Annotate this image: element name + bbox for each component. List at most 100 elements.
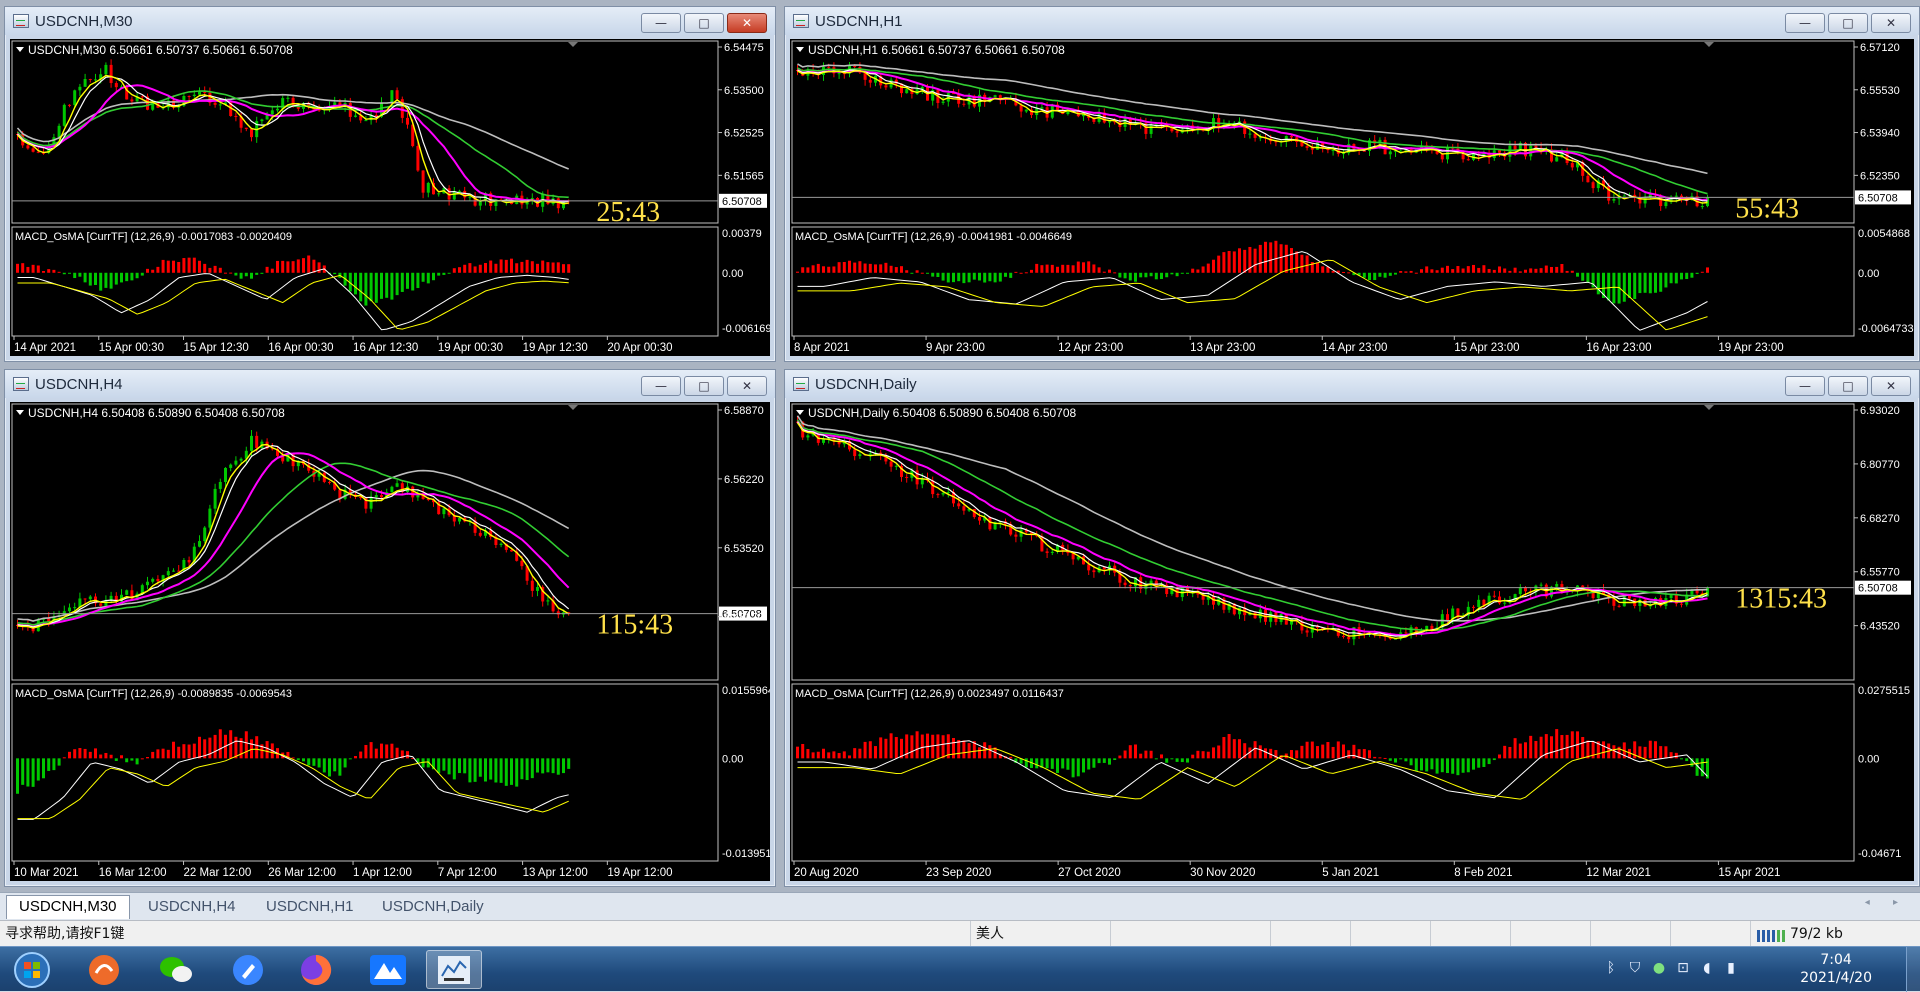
candle-body — [1253, 612, 1257, 619]
macd-bar — [962, 740, 966, 759]
minimize-button[interactable]: — — [1785, 376, 1825, 396]
price-tag-text: 6.50708 — [1858, 583, 1898, 595]
macd-bar — [166, 260, 170, 273]
chart-window-h1[interactable]: USDCNH,H1 — □ ✕ USDCNH,H1 6.50661 6.5073… — [784, 6, 1920, 362]
macd-bar — [1643, 746, 1647, 759]
macd-axis-label: 0.00379 — [722, 228, 762, 240]
tab-usdcnh-h4[interactable]: USDCNH,H4 — [136, 896, 248, 918]
macd-bar — [432, 272, 435, 281]
pen-app-icon[interactable] — [220, 950, 276, 989]
date-axis-label: 30 Nov 2020 — [1190, 867, 1255, 879]
metatrader-icon[interactable] — [426, 950, 482, 989]
macd-bar — [1149, 272, 1153, 277]
candle-body — [946, 491, 950, 493]
macd-bar — [541, 260, 545, 273]
show-desktop-button[interactable] — [1906, 947, 1920, 992]
chart-canvas[interactable]: USDCNH,M30 6.50661 6.50737 6.50661 6.507… — [10, 39, 770, 356]
candle-body — [416, 146, 420, 171]
close-button[interactable]: ✕ — [1871, 13, 1911, 33]
maximize-button[interactable]: □ — [1828, 376, 1868, 396]
date-axis-label: 9 Apr 23:00 — [926, 342, 985, 354]
window-titlebar[interactable]: USDCNH,H4 — □ ✕ — [5, 370, 775, 398]
macd-bar — [73, 272, 77, 279]
wechat-icon[interactable] — [148, 950, 204, 989]
tab-usdcnh-m30[interactable]: USDCNH,M30 — [6, 895, 130, 919]
macd-bar — [1518, 743, 1522, 759]
signal-icon[interactable]: ▮ — [1722, 960, 1740, 978]
macd-bar — [1066, 264, 1070, 273]
candle-body — [250, 435, 253, 451]
macd-bar — [1654, 741, 1657, 759]
network-icon[interactable]: ⊡ — [1674, 960, 1692, 978]
macd-bar — [1050, 758, 1054, 769]
chart-canvas[interactable]: USDCNH,H1 6.50661 6.50737 6.50661 6.5070… — [790, 39, 1914, 356]
macd-bar — [1300, 745, 1304, 759]
macd-bar — [250, 272, 253, 279]
taskbar-clock[interactable]: 7:04 2021/4/20 — [1800, 951, 1872, 987]
app-orange-icon[interactable] — [76, 950, 132, 989]
macd-bar — [1082, 758, 1085, 773]
minimize-button[interactable]: — — [1785, 13, 1825, 33]
shield-icon[interactable]: ⛉ — [1626, 960, 1644, 978]
maximize-button[interactable]: □ — [684, 376, 724, 396]
macd-bar — [967, 272, 971, 283]
macd-bar — [1602, 741, 1605, 759]
chart-canvas[interactable]: USDCNH,Daily 6.50408 6.50890 6.50408 6.5… — [790, 402, 1914, 881]
chart-window-m30[interactable]: USDCNH,M30 — □ ✕ USDCNH,M30 6.50661 6.50… — [4, 6, 776, 362]
candle-body — [1258, 609, 1262, 619]
tab-usdcnh-daily[interactable]: USDCNH,Daily — [370, 896, 496, 918]
macd-bar — [806, 267, 810, 273]
close-button[interactable]: ✕ — [1871, 376, 1911, 396]
macd-bar — [1420, 269, 1423, 273]
minimize-button[interactable]: — — [641, 376, 681, 396]
macd-bar — [1056, 266, 1059, 273]
wechat-tray-icon[interactable]: ● — [1650, 960, 1668, 978]
date-axis-label: 15 Apr 23:00 — [1454, 342, 1519, 354]
price-axis-label: 6.53500 — [724, 85, 764, 97]
macd-bar — [1513, 738, 1517, 759]
macd-bar — [1648, 740, 1652, 759]
macd-bar — [369, 742, 373, 759]
macd-bar — [286, 261, 290, 273]
macd-bar — [811, 265, 815, 273]
price-chart-svg: USDCNH,Daily 6.50408 6.50890 6.50408 6.5… — [791, 403, 1911, 879]
date-axis-label: 26 Mar 12:00 — [268, 867, 336, 879]
date-axis-label: 19 Apr 12:00 — [607, 867, 672, 879]
macd-bar — [1144, 750, 1148, 759]
candle-body — [853, 449, 857, 457]
macd-bar — [94, 272, 97, 285]
macd-bar — [1420, 758, 1423, 771]
macd-bar — [941, 735, 945, 759]
bluetooth-icon[interactable]: ᛒ — [1602, 960, 1620, 978]
macd-bar — [1695, 272, 1699, 274]
macd-bar — [380, 743, 383, 759]
chart-window-daily[interactable]: USDCNH,Daily — □ ✕ USDCNH,Daily 6.50408 … — [784, 369, 1920, 887]
macd-bar — [1680, 272, 1683, 280]
macd-bar — [1238, 248, 1241, 273]
macd-bar — [1451, 758, 1455, 774]
window-titlebar[interactable]: USDCNH,Daily — □ ✕ — [785, 370, 1919, 398]
start-orb-icon[interactable] — [4, 950, 60, 989]
window-titlebar[interactable]: USDCNH,M30 — □ ✕ — [5, 7, 775, 35]
macd-bar — [390, 272, 394, 300]
candle-body — [478, 532, 482, 536]
close-button[interactable]: ✕ — [727, 13, 767, 33]
maximize-button[interactable]: □ — [1828, 13, 1868, 33]
minimize-button[interactable]: — — [641, 13, 681, 33]
macd-bar — [1196, 269, 1200, 273]
chart-canvas[interactable]: USDCNH,H4 6.50408 6.50890 6.50408 6.5070… — [10, 402, 770, 881]
bar-countdown: 1315:43 — [1735, 584, 1827, 615]
macd-bar — [213, 265, 217, 273]
firefox-icon[interactable] — [288, 950, 344, 989]
chart-window-h4[interactable]: USDCNH,H4 — □ ✕ USDCNH,H4 6.50408 6.5089… — [4, 369, 776, 887]
close-button[interactable]: ✕ — [727, 376, 767, 396]
tab-scroll-arrows[interactable]: ◂ ▸ — [1865, 897, 1908, 908]
tab-usdcnh-h1[interactable]: USDCNH,H1 — [254, 896, 366, 918]
mountain-app-icon[interactable] — [360, 950, 416, 989]
macd-bar — [1362, 749, 1366, 759]
speaker-icon[interactable]: ◖ — [1698, 960, 1716, 978]
window-titlebar[interactable]: USDCNH,H1 — □ ✕ — [785, 7, 1919, 35]
macd-bar — [1175, 758, 1179, 762]
maximize-button[interactable]: □ — [684, 13, 724, 33]
macd-bar — [972, 272, 976, 280]
